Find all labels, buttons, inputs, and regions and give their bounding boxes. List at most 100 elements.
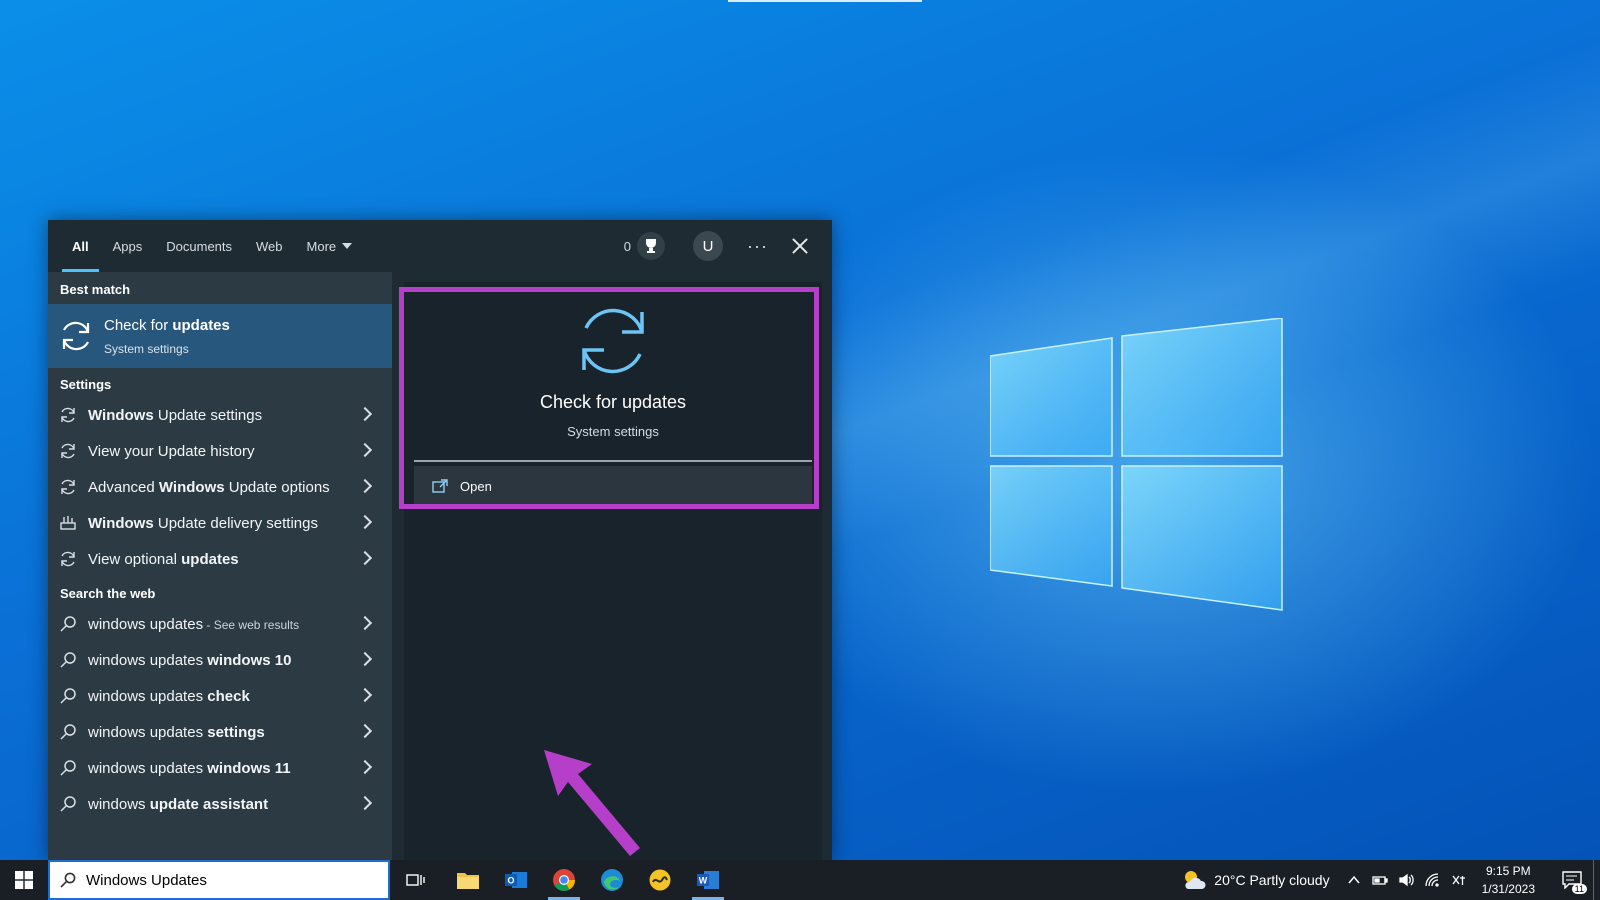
settings-row[interactable]: Windows Update delivery settings — [48, 505, 392, 541]
task-view-icon[interactable] — [392, 860, 440, 900]
web-row[interactable]: windows updates windows 11 — [48, 750, 392, 786]
chevron-right-icon — [357, 759, 373, 775]
settings-row[interactable]: Advanced Windows Update options — [48, 469, 392, 505]
settings-label-part: Windows — [88, 514, 154, 532]
settings-label-part: updates — [181, 550, 239, 568]
web-heading: Search the web — [60, 586, 156, 601]
settings-label: View your Update history — [88, 443, 254, 460]
web-label: windows updates settings — [88, 724, 265, 741]
search-icon — [59, 759, 77, 777]
close-icon[interactable] — [790, 236, 810, 256]
best-match-title: Check for updates — [104, 317, 230, 334]
web-label-part: check — [207, 687, 250, 705]
web-label-part: windows 10 — [207, 651, 292, 669]
best-match-heading: Best match — [60, 282, 131, 297]
search-icon — [59, 615, 77, 633]
search-icon — [60, 872, 76, 888]
sync-icon — [59, 406, 77, 424]
battery-icon[interactable] — [1371, 872, 1388, 888]
web-label-part: windows updates — [88, 723, 208, 741]
tab-apps[interactable]: Apps — [101, 220, 155, 272]
web-row[interactable]: windows updates check — [48, 678, 392, 714]
chevron-down-icon — [342, 243, 353, 249]
settings-label-part: Windows — [88, 406, 154, 424]
chevron-right-icon — [357, 442, 373, 458]
chevron-right-icon — [357, 795, 373, 811]
settings-row[interactable]: Windows Update settings — [48, 397, 392, 433]
wifi-icon[interactable] — [1424, 872, 1440, 888]
more-options-icon[interactable]: ··· — [747, 236, 768, 257]
edge-icon[interactable] — [588, 860, 636, 900]
best-match-title-bold: updates — [172, 317, 230, 334]
app-yellow-icon[interactable] — [636, 860, 684, 900]
settings-label-part: Advanced — [88, 478, 159, 496]
see-web-results-label: - See web results — [203, 617, 300, 632]
sync-icon — [59, 550, 77, 568]
web-row[interactable]: windows updates windows 10 — [48, 642, 392, 678]
rewards-points: 0 — [623, 238, 632, 254]
weather-widget[interactable]: 20°C Partly cloudy — [1182, 869, 1330, 891]
settings-label-part: Update settings — [153, 406, 263, 424]
language-icon[interactable] — [1450, 872, 1466, 888]
chevron-right-icon — [357, 514, 373, 530]
chevron-right-icon — [357, 615, 373, 631]
search-icon — [59, 687, 77, 705]
web-label-part: settings — [207, 723, 265, 741]
notification-center-button[interactable]: 11 — [1551, 860, 1593, 900]
web-label: windows updates check — [88, 688, 250, 705]
avatar[interactable]: U — [693, 231, 724, 261]
tab-documents[interactable]: Documents — [154, 220, 244, 272]
search-icon — [59, 795, 77, 813]
show-desktop-button[interactable] — [1593, 860, 1600, 900]
outlook-icon[interactable]: O — [492, 860, 540, 900]
chevron-up-icon[interactable] — [1346, 872, 1362, 888]
web-label: windows update assistant — [88, 796, 268, 813]
chrome-icon[interactable] — [540, 860, 588, 900]
chevron-right-icon — [357, 651, 373, 667]
settings-label-part: View optional — [88, 550, 182, 568]
search-input[interactable] — [86, 871, 366, 889]
settings-row[interactable]: View your Update history — [48, 433, 392, 469]
best-match-title-plain: Check for — [104, 317, 173, 334]
windows-logo-wallpaper — [990, 318, 1283, 611]
volume-icon[interactable] — [1398, 872, 1414, 888]
tab-more[interactable]: More — [295, 220, 365, 272]
tab-more-label: More — [306, 238, 337, 254]
sync-icon — [59, 478, 77, 496]
tab-web[interactable]: Web — [244, 220, 295, 272]
sync-icon — [62, 321, 90, 351]
web-row[interactable]: windows update assistant — [48, 786, 392, 822]
settings-row[interactable]: View optional updates — [48, 541, 392, 577]
search-panel: All Apps Documents Web More 0 U ··· Best… — [48, 220, 832, 860]
taskbar-search-box[interactable] — [48, 860, 390, 900]
best-match-subtitle: System settings — [104, 342, 189, 356]
windows-start-icon — [15, 871, 33, 889]
tab-all[interactable]: All — [60, 220, 101, 272]
settings-label: View optional updates — [88, 551, 239, 568]
clock[interactable]: 9:15 PM 1/31/2023 — [1482, 862, 1535, 898]
web-label-part: windows updates — [88, 687, 208, 705]
web-row[interactable]: windows updates - See web results — [48, 606, 392, 642]
tab-bar: All Apps Documents Web More 0 U ··· — [48, 220, 832, 272]
settings-label: Windows Update settings — [88, 407, 262, 424]
web-label-part: update assistant — [149, 795, 269, 813]
search-icon — [59, 723, 77, 741]
settings-label: Advanced Windows Update options — [88, 479, 330, 496]
file-explorer-icon[interactable] — [444, 860, 492, 900]
settings-label-part: Update options — [224, 478, 330, 496]
web-label-part: windows updates — [88, 759, 208, 777]
start-button[interactable] — [0, 860, 48, 900]
web-label-part: windows updates — [88, 651, 208, 669]
sync-icon — [59, 442, 77, 460]
header-tools: 0 U ··· — [624, 220, 832, 272]
best-match-item[interactable]: Check for updates System settings — [48, 304, 392, 368]
search-icon — [59, 651, 77, 669]
word-icon[interactable]: W — [684, 860, 732, 900]
web-row[interactable]: windows updates settings — [48, 714, 392, 750]
chevron-right-icon — [357, 406, 373, 422]
chevron-right-icon — [357, 723, 373, 739]
trophy-icon[interactable] — [637, 232, 666, 260]
web-label: windows updates windows 11 — [88, 760, 291, 777]
clock-time: 9:15 PM — [1485, 864, 1531, 878]
results-list: Best match Check for updates System sett… — [48, 272, 392, 860]
